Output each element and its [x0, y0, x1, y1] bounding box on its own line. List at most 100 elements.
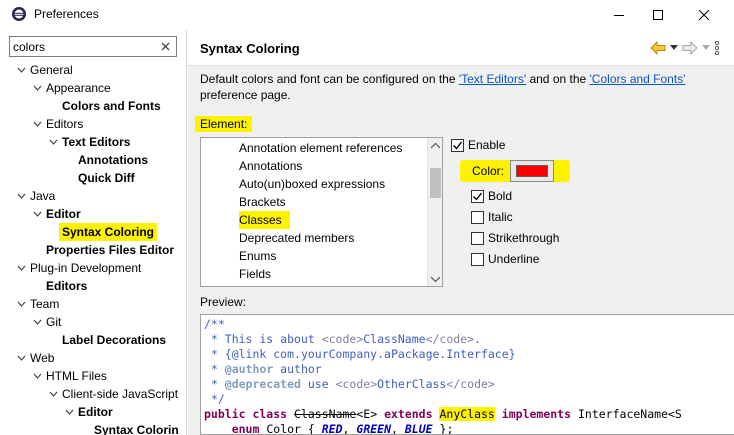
tree-item-label: Syntax Coloring [59, 223, 158, 241]
tree-item-label: Label Decorations [62, 333, 167, 347]
element-list-item[interactable]: Brackets [239, 193, 286, 211]
chevron-down-icon[interactable] [33, 372, 42, 380]
strikethrough-checkbox-row[interactable]: Strikethrough [471, 229, 559, 247]
chevron-down-icon[interactable] [17, 354, 26, 362]
italic-checkbox-row[interactable]: Italic [471, 208, 513, 226]
tree-item[interactable]: Editors [0, 277, 186, 295]
clear-filter-icon[interactable] [159, 40, 172, 53]
tree-item[interactable]: Editor [0, 205, 186, 223]
chevron-down-icon[interactable] [33, 120, 42, 128]
tree-item[interactable]: Git [0, 313, 186, 331]
enable-label: Enable [468, 138, 506, 152]
chevron-down-icon[interactable] [65, 408, 74, 416]
more-options-icon[interactable] [714, 41, 720, 55]
tree-item-label: Editors [46, 279, 88, 293]
chevron-down-icon[interactable] [17, 66, 26, 74]
tree-item-label: Appearance [46, 81, 111, 95]
tree-item-label: Editors [46, 117, 84, 131]
tree-item[interactable]: Syntax Coloring [0, 223, 186, 241]
color-label: Color: [472, 164, 505, 178]
tree-item[interactable]: Editors [0, 115, 186, 133]
tree-item-label: Editor [78, 405, 113, 419]
code-line: /** [204, 317, 225, 331]
back-arrow-icon[interactable] [650, 41, 666, 55]
maximize-icon [653, 10, 663, 20]
element-label: Element: [195, 116, 253, 132]
tree-item[interactable]: Plug-in Development [0, 259, 186, 277]
element-list[interactable]: Annotation element references Annotations… [200, 137, 443, 287]
element-list-item[interactable]: Classes [239, 211, 290, 229]
close-button[interactable] [681, 0, 727, 30]
description-text: preference page. [200, 88, 291, 102]
scroll-down-icon[interactable] [428, 271, 442, 286]
tree-item[interactable]: Java [0, 187, 186, 205]
tree-item[interactable]: Web [0, 349, 186, 367]
chevron-down-icon[interactable] [17, 264, 26, 272]
chevron-down-icon[interactable] [33, 318, 42, 326]
element-list-item[interactable]: Deprecated members [239, 229, 354, 247]
bold-label: Bold [488, 189, 513, 203]
forward-dropdown-icon[interactable] [702, 45, 710, 51]
element-list-item[interactable]: Enums [239, 247, 276, 265]
strikethrough-checkbox[interactable] [471, 231, 484, 245]
element-list-scrollbar[interactable] [427, 138, 442, 286]
chevron-down-icon[interactable] [33, 84, 42, 92]
element-list-item[interactable]: Annotations [239, 157, 302, 175]
preview-label: Preview: [200, 295, 247, 309]
tree-item[interactable]: HTML Files [0, 367, 186, 385]
italic-checkbox[interactable] [471, 210, 484, 224]
tree-item[interactable]: Properties Files Editor [0, 241, 186, 259]
eclipse-icon [12, 7, 26, 21]
bold-checkbox-row[interactable]: Bold [471, 187, 512, 205]
code-line: */ [204, 392, 225, 406]
element-list-item[interactable]: Annotation element references [239, 139, 402, 157]
tree-item[interactable]: Client-side JavaScript [0, 385, 186, 403]
color-swatch [516, 165, 548, 177]
filter-input[interactable] [13, 38, 153, 55]
colors-and-fonts-link[interactable]: 'Colors and Fonts' [590, 72, 686, 86]
element-list-item[interactable]: Fields [239, 265, 271, 283]
code-line: * This is about <code>ClassName</code>. [204, 332, 481, 346]
element-list-item[interactable]: Auto(un)boxed expressions [239, 175, 385, 193]
description-text: Default colors and font can be configure… [200, 72, 459, 86]
page-nav [650, 40, 720, 56]
chevron-down-icon[interactable] [17, 192, 26, 200]
tree-item-label: Syntax Colorin [94, 423, 179, 435]
tree-item[interactable]: Colors and Fonts [0, 97, 186, 115]
bold-checkbox[interactable] [471, 189, 484, 203]
chevron-down-icon[interactable] [49, 390, 58, 398]
tree-item-label: General [30, 63, 73, 77]
enable-checkbox[interactable] [451, 138, 464, 152]
tree-item-label: Quick Diff [78, 171, 135, 185]
tree-item-label: Text Editors [62, 135, 131, 149]
enable-checkbox-row[interactable]: Enable [451, 136, 505, 154]
maximize-button[interactable] [635, 0, 681, 30]
chevron-down-icon[interactable] [49, 138, 58, 146]
preferences-tree-pane: General Appearance Colors and Fonts Editors… [0, 30, 187, 435]
color-picker-button[interactable] [510, 160, 554, 182]
chevron-down-icon[interactable] [33, 210, 42, 218]
tree-item[interactable]: Syntax Colorin [0, 421, 186, 435]
tree-item[interactable]: General [0, 61, 186, 79]
tree-item[interactable]: Editor [0, 403, 186, 421]
tree-item[interactable]: Text Editors [0, 133, 186, 151]
code-line: public class ClassName<E> extends AnyCla… [204, 407, 682, 421]
scroll-up-icon[interactable] [428, 138, 442, 153]
tree-item-label: Editor [46, 207, 81, 221]
tree-item[interactable]: Team [0, 295, 186, 313]
tree-item[interactable]: Quick Diff [0, 169, 186, 187]
preference-page: Syntax Coloring Default colors and font … [188, 30, 734, 435]
tree-item[interactable]: Appearance [0, 79, 186, 97]
tree-item[interactable]: Label Decorations [0, 331, 186, 349]
page-header: Syntax Coloring [188, 30, 734, 66]
color-row: Color: [460, 160, 570, 182]
italic-label: Italic [488, 210, 513, 224]
text-editors-link[interactable]: 'Text Editors' [459, 72, 526, 86]
chevron-down-icon[interactable] [17, 300, 26, 308]
scroll-thumb[interactable] [430, 168, 441, 198]
underline-checkbox-row[interactable]: Underline [471, 250, 539, 268]
forward-arrow-icon[interactable] [682, 41, 698, 55]
back-dropdown-icon[interactable] [670, 45, 678, 51]
tree-item[interactable]: Annotations [0, 151, 186, 169]
underline-checkbox[interactable] [471, 252, 484, 266]
